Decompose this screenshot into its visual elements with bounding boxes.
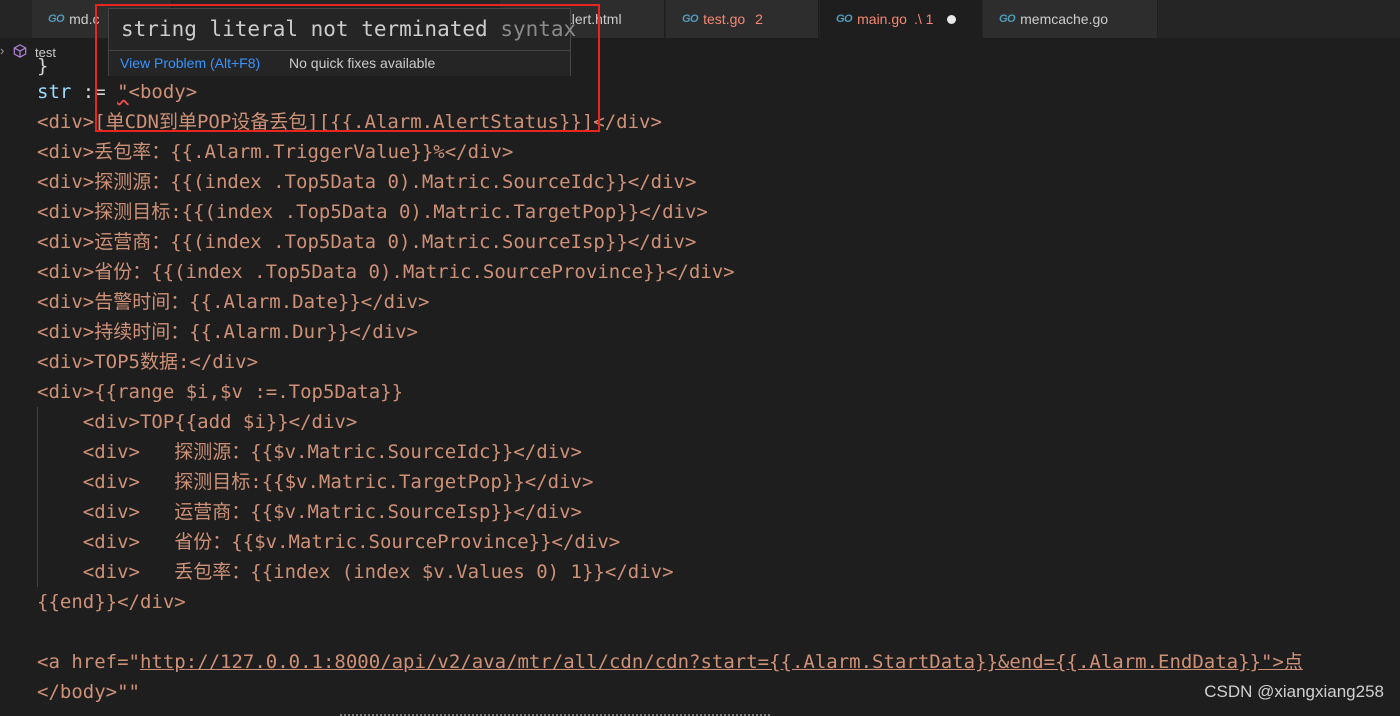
code-line: <div> 探测目标:{{$v.Matric.TargetPop}}</div> — [37, 471, 594, 493]
scroll-fragment — [340, 705, 770, 716]
code-line: <div> 探测源：{{$v.Matric.SourceIdc}}</div> — [37, 441, 582, 463]
code-line: <div>探测目标:{{(index .Top5Data 0).Matric.T… — [37, 201, 708, 223]
watermark: CSDN @xiangxiang258 — [1204, 682, 1384, 701]
code-line: <a href="http://127.0.0.1:8000/api/v2/av… — [37, 651, 1303, 673]
code-line: <div> 省份：{{$v.Matric.SourceProvince}}</d… — [37, 531, 621, 553]
code-line: {{end}}</div> — [37, 591, 186, 613]
highlight-annotation-box — [95, 4, 600, 132]
code-line: <div>TOP{{add $i}}</div> — [37, 411, 358, 433]
code-line: <div>{{range $i,$v :=.Top5Data}} — [37, 381, 404, 403]
code-line: <div>持续时间：{{.Alarm.Dur}}</div> — [37, 321, 418, 343]
code-line: <div>探测源：{{(index .Top5Data 0).Matric.So… — [37, 171, 697, 193]
code-line: <div>TOP5数据:</div> — [37, 351, 259, 373]
url-link: http — [139, 651, 186, 673]
code-line: </body>"" — [37, 681, 140, 703]
code-line: <div>省份：{{(index .Top5Data 0).Matric.Sou… — [37, 261, 735, 283]
code-line: <div> 丢包率：{{index (index $v.Values 0) 1}… — [37, 561, 674, 583]
code-line: <div>丢包率：{{.Alarm.TriggerValue}}%</div> — [37, 141, 514, 163]
code-line: <div>运营商：{{(index .Top5Data 0).Matric.So… — [37, 231, 697, 253]
code-line: <div>告警时间：{{.Alarm.Date}}</div> — [37, 291, 430, 313]
code-line: <div> 运营商：{{$v.Matric.SourceIsp}}</div> — [37, 501, 582, 523]
